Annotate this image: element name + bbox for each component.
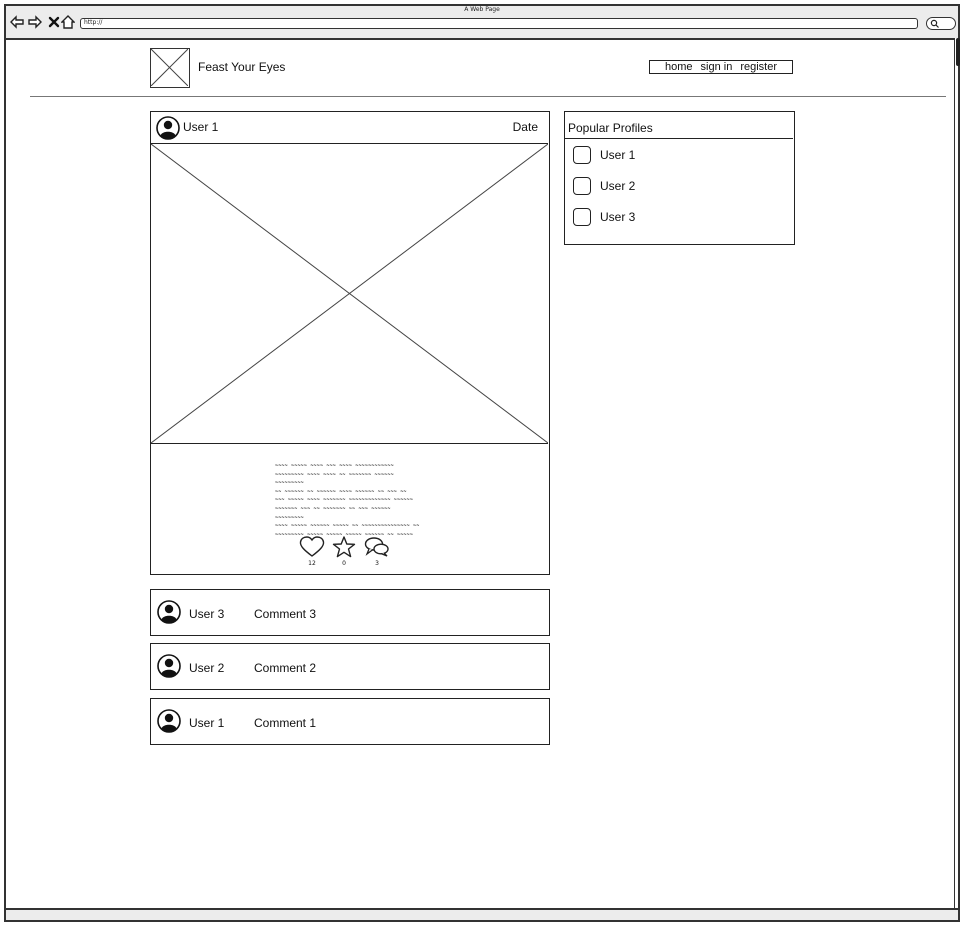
profile-avatar-placeholder [573,146,591,164]
post-date: Date [512,120,538,134]
nav-home-link[interactable]: home [665,61,693,73]
post-text-line: ~~~~ ~~~~~ ~~~~ ~~~ ~~~~ ~~~~~~~~~~~~ [275,463,394,469]
post-text-line: ~~~~~~~ ~~~ ~~ ~~~~~~~ ~~ ~~~ ~~~~~~ ~~~… [275,505,391,521]
post-image-placeholder [150,143,549,444]
comments-button[interactable]: 3 [362,536,392,567]
back-icon[interactable] [10,14,24,29]
window-title: A Web Page [464,6,500,13]
nav-bar: home sign in register [649,60,793,74]
profile-name: User 2 [600,179,636,193]
star-icon [332,536,356,558]
status-bar [4,908,960,922]
like-button[interactable]: 12 [297,536,327,567]
panel-divider [565,138,793,139]
url-input[interactable]: http:// [80,18,918,29]
logo-placeholder [150,48,190,88]
profile-name: User 1 [600,148,636,162]
home-icon[interactable] [60,14,76,29]
post-text-line: ~~~~~~~~~ ~~~~ ~~~~ ~~ ~~~~~~~ ~~~~~~ ~~… [275,471,394,487]
vertical-scrollbar[interactable] [954,38,960,912]
comments-icon [364,537,389,557]
comment-text: Comment 2 [254,661,317,675]
avatar-icon[interactable] [156,116,180,144]
popular-profiles-title: Popular Profiles [568,121,653,135]
window-border [4,38,6,912]
popular-profiles-panel: Popular Profiles User 1 User 2 User 3 [564,111,795,245]
favorite-button[interactable]: 0 [329,536,359,567]
profile-avatar-placeholder [573,177,591,195]
post-body-text: ~~~~ ~~~~~ ~~~~ ~~~ ~~~~ ~~~~~~~~~~~~ ~~… [275,462,421,539]
comment-item: User 1 Comment 1 [150,698,550,745]
scrollbar-thumb[interactable] [956,38,960,66]
search-field[interactable] [926,17,956,30]
site-title: Feast Your Eyes [198,60,286,74]
search-icon [930,19,939,28]
post-author[interactable]: User 1 [183,120,218,134]
comment-text: Comment 1 [254,716,317,730]
post-header: User 1 Date [151,112,548,144]
avatar-icon[interactable] [157,709,181,737]
post-text-line: ~~~~ ~~~~~ ~~~~~~ ~~~~~ ~~ ~~~~~~~~~~~~~… [275,523,420,530]
comment-text: Comment 3 [254,607,317,621]
comment-count: 3 [375,560,379,567]
nav-register-link[interactable]: register [740,61,777,73]
profile-name: User 3 [600,210,636,224]
header-divider [30,96,946,97]
post-text-line: ~~ ~~~~~~ ~~ ~~~~~~ ~~~~ ~~~~~~ ~~ ~~~ ~… [275,488,407,495]
like-count: 12 [308,560,316,567]
comment-item: User 3 Comment 3 [150,589,550,636]
avatar-icon[interactable] [157,600,181,628]
comment-item: User 2 Comment 2 [150,643,550,690]
stop-icon[interactable] [47,14,61,28]
comment-author[interactable]: User 2 [189,661,224,675]
forward-icon[interactable] [28,14,42,29]
avatar-icon[interactable] [157,654,181,682]
post-card: User 1 Date ~~~~ ~~~~~ ~~~~ ~~~ ~~~~ ~~~… [150,111,550,575]
comment-author[interactable]: User 3 [189,607,224,621]
comment-author[interactable]: User 1 [189,716,224,730]
heart-icon [299,536,325,557]
profile-avatar-placeholder [573,208,591,226]
post-text-line: ~~~ ~~~~~ ~~~~ ~~~~~~~ ~~~~~~~~~~~~~ ~~~… [275,497,414,504]
favorite-count: 0 [342,560,346,567]
nav-sign-in-link[interactable]: sign in [701,61,733,73]
